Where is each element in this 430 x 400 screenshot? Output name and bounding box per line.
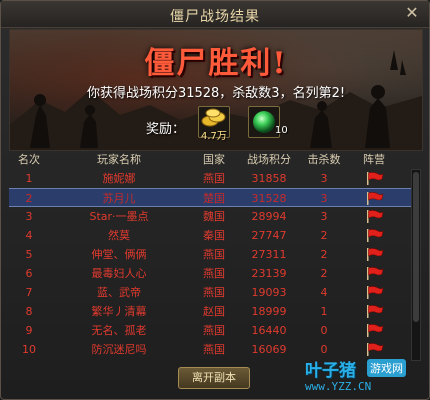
table-body: 1 施妮娜 燕国 31858 3 2 苏月儿 楚国 31528 3 3 Star·一墨点 魏国 28994… — [9, 169, 413, 359]
cell-player-name: 最毒妇人心 — [91, 267, 147, 280]
watermark-name: 叶子猪 — [305, 361, 356, 381]
cell-player-name: 伸堂、俩俩 — [91, 248, 147, 261]
cell-rank: 6 — [25, 267, 33, 280]
header-kills: 击杀数 — [307, 153, 341, 166]
red-flag-icon — [367, 248, 384, 261]
reward-gold[interactable]: 4.7万 — [198, 106, 230, 142]
red-flag-icon — [367, 172, 384, 185]
cell-score: 27311 — [251, 248, 287, 261]
cell-nation: 燕国 — [203, 248, 225, 261]
red-flag-icon — [367, 267, 384, 280]
cell-kills: 4 — [320, 286, 328, 299]
header-score: 战场积分 — [247, 153, 291, 166]
cell-score: 18999 — [251, 305, 287, 318]
table-row[interactable]: 7 蓝、武帝 燕国 19093 4 — [9, 283, 413, 302]
cell-nation: 燕国 — [203, 267, 225, 280]
cell-player-name: 苏月儿 — [102, 192, 136, 205]
cell-player-name: Star·一墨点 — [89, 210, 149, 223]
header-rank: 名次 — [18, 153, 40, 166]
header-player-name: 玩家名称 — [97, 153, 141, 166]
scrollbar-thumb[interactable] — [413, 172, 419, 322]
header-nation: 国家 — [203, 153, 225, 166]
cell-kills: 2 — [320, 229, 328, 242]
watermark-url: www.YZZ.CN — [305, 380, 372, 393]
cell-score: 16440 — [251, 324, 287, 337]
battle-result-window: 僵尸战场结果 ✕ 僵尸胜利! 你获得战场积分31528，杀敌数3，名列第2! 奖… — [0, 0, 430, 400]
cell-rank: 2 — [25, 192, 33, 205]
red-flag-icon — [367, 210, 384, 223]
red-flag-icon — [367, 324, 384, 337]
red-flag-icon — [367, 192, 384, 205]
cell-player-name: 施妮娜 — [102, 172, 136, 185]
cell-rank: 3 — [25, 210, 33, 223]
victory-banner: 僵尸胜利! 你获得战场积分31528，杀敌数3，名列第2! 奖励： 4.7万 1… — [9, 29, 423, 151]
table-scrollbar[interactable] — [411, 169, 421, 361]
table-row[interactable]: 4 然莫 秦国 27747 2 — [9, 226, 413, 245]
cell-rank: 10 — [22, 343, 36, 356]
cell-score: 23139 — [251, 267, 287, 280]
cell-nation: 魏国 — [203, 210, 225, 223]
cell-rank: 7 — [25, 286, 33, 299]
cell-kills: 3 — [320, 210, 328, 223]
reward-gold-quantity: 4.7万 — [201, 131, 227, 142]
close-icon[interactable]: ✕ — [403, 4, 421, 22]
cell-nation: 燕国 — [203, 324, 225, 337]
table-row[interactable]: 8 繁华丿清幕 赵国 18999 1 — [9, 302, 413, 321]
table-row[interactable]: 9 无名、孤老 燕国 16440 0 — [9, 321, 413, 340]
cell-score: 31858 — [251, 172, 287, 185]
cell-player-name: 然莫 — [108, 229, 130, 242]
table-row[interactable]: 2 苏月儿 楚国 31528 3 — [9, 188, 413, 207]
cell-rank: 8 — [25, 305, 33, 318]
cell-kills: 3 — [320, 172, 328, 185]
cell-player-name: 蓝、武帝 — [97, 286, 141, 299]
table-row[interactable]: 6 最毒妇人心 燕国 23139 2 — [9, 264, 413, 283]
watermark-badge: 游戏网 — [367, 359, 406, 377]
cell-score: 19093 — [251, 286, 287, 299]
reward-orb[interactable]: 10 — [248, 106, 288, 138]
red-flag-icon — [367, 229, 384, 242]
cell-rank: 9 — [25, 324, 33, 337]
cell-nation: 燕国 — [203, 286, 225, 299]
table-header: 名次 玩家名称 国家 战场积分 击杀数 阵营 — [9, 151, 413, 167]
cell-nation: 秦国 — [203, 229, 225, 242]
window-title: 僵尸战场结果 — [170, 9, 260, 25]
red-flag-icon — [367, 305, 384, 318]
red-flag-icon — [367, 343, 384, 356]
red-flag-icon — [367, 286, 384, 299]
cell-kills: 1 — [320, 305, 328, 318]
header-camp: 阵营 — [363, 153, 385, 166]
cell-kills: 2 — [320, 267, 328, 280]
site-watermark: 叶子猪 游戏网 www.YZZ.CN — [305, 356, 425, 396]
victory-heading: 僵尸胜利! — [144, 46, 288, 81]
cell-score: 31528 — [251, 192, 287, 205]
cell-player-name: 无名、孤老 — [91, 324, 147, 337]
reward-orb-quantity: 10 — [275, 125, 288, 136]
cell-nation: 燕国 — [203, 343, 225, 356]
cell-player-name: 繁华丿清幕 — [91, 305, 147, 318]
cell-rank: 5 — [25, 248, 33, 261]
cell-nation: 楚国 — [203, 192, 225, 205]
cell-kills: 3 — [320, 192, 328, 205]
battle-summary: 你获得战场积分31528，杀敌数3，名列第2! — [86, 86, 346, 101]
cell-nation: 赵国 — [203, 305, 225, 318]
cell-score: 28994 — [251, 210, 287, 223]
table-row[interactable]: 3 Star·一墨点 魏国 28994 3 — [9, 207, 413, 226]
cell-nation: 燕国 — [203, 172, 225, 185]
cell-kills: 2 — [320, 248, 328, 261]
title-bar: 僵尸战场结果 ✕ — [1, 1, 429, 28]
cell-kills: 0 — [320, 324, 328, 337]
cell-rank: 1 — [25, 172, 33, 185]
cell-rank: 4 — [25, 229, 33, 242]
cell-score: 27747 — [251, 229, 287, 242]
cell-player-name: 防沉迷尼吗 — [91, 343, 147, 356]
table-row[interactable]: 5 伸堂、俩俩 燕国 27311 2 — [9, 245, 413, 264]
cell-score: 16069 — [251, 343, 287, 356]
table-row[interactable]: 1 施妮娜 燕国 31858 3 — [9, 169, 413, 188]
leave-dungeon-button[interactable]: 离开副本 — [178, 367, 250, 389]
reward-label: 奖励： — [146, 122, 186, 137]
